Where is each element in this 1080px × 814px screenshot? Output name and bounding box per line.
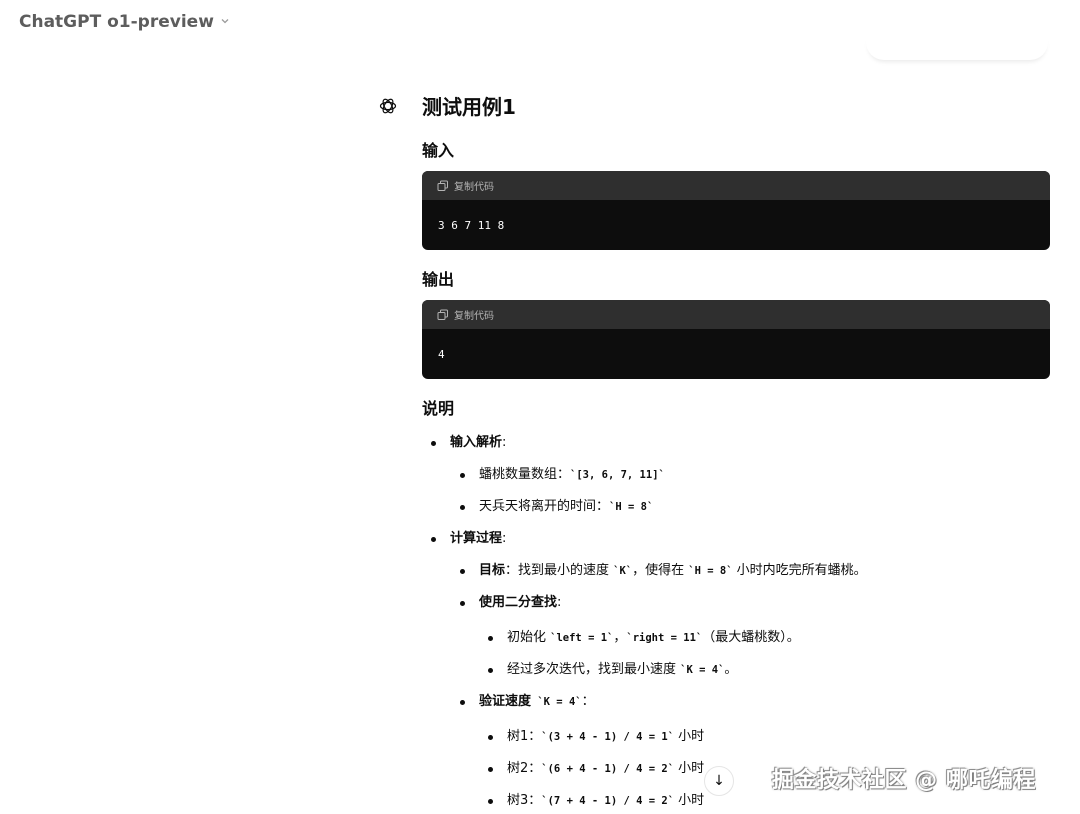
input-heading: 输入 <box>422 141 455 160</box>
message-title: 测试用例1 <box>422 95 516 119</box>
list-item: 树1：`(3 + 4 - 1) / 4 = 1` 小时 <box>422 728 1050 746</box>
list-item: 验证速度 `K = 4`： <box>422 693 1050 711</box>
arrow-down-icon: ↓ <box>713 773 725 789</box>
list-item: 天兵天将离开的时间：`H = 8` <box>422 498 1050 516</box>
chevron-down-icon <box>220 15 230 29</box>
model-name: ChatGPT o1-preview <box>19 12 214 32</box>
copy-icon <box>437 309 448 320</box>
copy-code-label: 复制代码 <box>454 182 494 193</box>
assistant-message: 测试用例1 输入 复制代码 3 6 7 11 8 输出 复制代码 4 说明 输入… <box>422 92 1050 810</box>
list-item: 计算过程: <box>422 530 1050 548</box>
sub-list: 验证速度 `K = 4`： <box>422 693 1050 711</box>
sub-sub-list: 初始化 `left = 1`，`right = 11`（最大蟠桃数）。 经过多次… <box>422 629 1050 679</box>
output-code-block: 复制代码 4 <box>422 300 1050 379</box>
list-item: 输入解析: <box>422 434 1050 452</box>
list-item: 树3：`(7 + 4 - 1) / 4 = 2` 小时 <box>422 792 1050 810</box>
sub-list: 目标：找到最小的速度 `K`，使得在 `H = 8` 小时内吃完所有蟠桃。 使用… <box>422 562 1050 612</box>
explain-heading: 说明 <box>422 399 455 418</box>
list-item: 目标：找到最小的速度 `K`，使得在 `H = 8` 小时内吃完所有蟠桃。 <box>422 562 1050 580</box>
model-selector[interactable]: ChatGPT o1-preview <box>19 12 230 32</box>
copy-code-button[interactable]: 复制代码 <box>422 171 1050 200</box>
code-content: 4 <box>438 347 445 361</box>
code-content: 3 6 7 11 8 <box>438 218 505 232</box>
copy-code-label: 复制代码 <box>454 311 494 322</box>
output-heading: 输出 <box>422 270 455 289</box>
copy-code-button[interactable]: 复制代码 <box>422 300 1050 329</box>
list-item: 经过多次迭代，找到最小速度 `K = 4`。 <box>422 661 1050 679</box>
user-message-bubble <box>866 36 1048 60</box>
list-item: 蟠桃数量数组：`[3, 6, 7, 11]` <box>422 466 1050 484</box>
watermark: 掘金技术社区 @ 哪吒编程 <box>772 768 1036 793</box>
copy-icon <box>437 180 448 191</box>
openai-logo-icon <box>378 96 398 116</box>
input-code-block: 复制代码 3 6 7 11 8 <box>422 171 1050 250</box>
list-item: 使用二分查找: <box>422 594 1050 612</box>
scroll-to-bottom-button[interactable]: ↓ <box>704 766 734 796</box>
sub-list: 蟠桃数量数组：`[3, 6, 7, 11]` 天兵天将离开的时间：`H = 8` <box>422 466 1050 516</box>
list-item: 初始化 `left = 1`，`right = 11`（最大蟠桃数）。 <box>422 629 1050 647</box>
explain-list: 计算过程: <box>422 530 1050 548</box>
explain-list: 输入解析: <box>422 434 1050 452</box>
